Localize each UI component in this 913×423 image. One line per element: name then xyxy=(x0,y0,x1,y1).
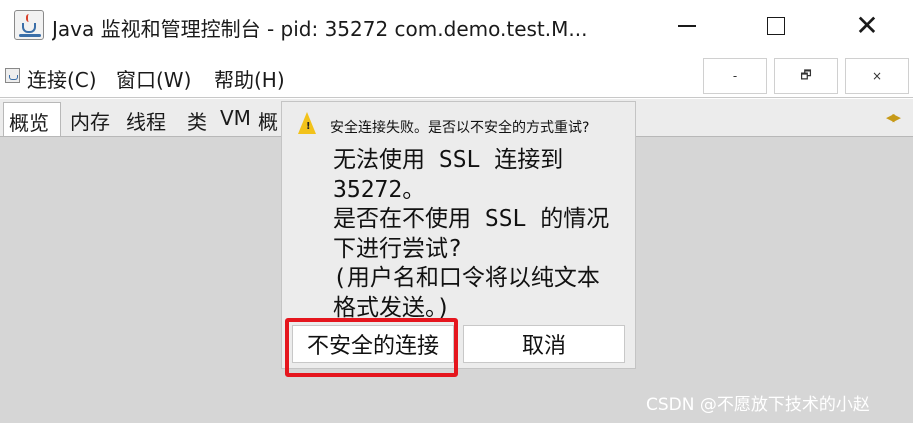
menu-window[interactable]: 窗口(W) xyxy=(116,64,191,93)
tab-overview[interactable]: 概览 xyxy=(3,102,61,136)
tab-scroll-arrows-icon[interactable]: ◀▶ xyxy=(886,112,910,124)
minimize-icon xyxy=(678,25,696,27)
minimize-button[interactable] xyxy=(642,0,732,52)
menu-help[interactable]: 帮助(H) xyxy=(214,64,285,93)
tab-vm[interactable]: VM xyxy=(220,102,251,136)
title-bar: Java 监视和管理控制台 - pid: 35272 com.demo.test… xyxy=(0,0,913,52)
app-small-icon[interactable] xyxy=(5,68,20,83)
menu-bar: 连接(C) 窗口(W) 帮助(H) - 🗗 × xyxy=(0,52,913,98)
menu-connection[interactable]: 连接(C) xyxy=(27,64,97,93)
close-button[interactable]: ✕ xyxy=(822,0,912,52)
tab-classes[interactable]: 类 xyxy=(187,102,207,136)
window-title: Java 监视和管理控制台 - pid: 35272 com.demo.test… xyxy=(52,17,588,41)
dialog-title: 安全连接失败。是否以不安全的方式重试? xyxy=(330,120,590,136)
maximize-button[interactable] xyxy=(731,0,821,52)
maximize-icon xyxy=(767,17,785,35)
dialog-message: 无法使用 SSL 连接到 35272。 是否在不使用 SSL 的情况 下进行尝试… xyxy=(333,147,610,321)
mdi-minimize-button[interactable]: - xyxy=(703,58,767,94)
tab-threads[interactable]: 线程 xyxy=(126,102,166,136)
java-cup-icon[interactable] xyxy=(14,10,44,40)
cancel-button[interactable]: 取消 xyxy=(463,325,625,363)
tab-vm-summary[interactable]: 概 xyxy=(258,102,278,136)
insecure-connection-dialog: ! 安全连接失败。是否以不安全的方式重试? 无法使用 SSL 连接到 35272… xyxy=(281,101,636,369)
tab-memory[interactable]: 内存 xyxy=(68,102,110,136)
mdi-close-button[interactable]: × xyxy=(845,58,909,94)
close-icon: ✕ xyxy=(855,9,879,42)
watermark: CSDN @不愿放下技术的小赵 xyxy=(646,395,870,415)
mdi-restore-button[interactable]: 🗗 xyxy=(774,58,838,94)
insecure-connect-button[interactable]: 不安全的连接 xyxy=(292,325,454,363)
